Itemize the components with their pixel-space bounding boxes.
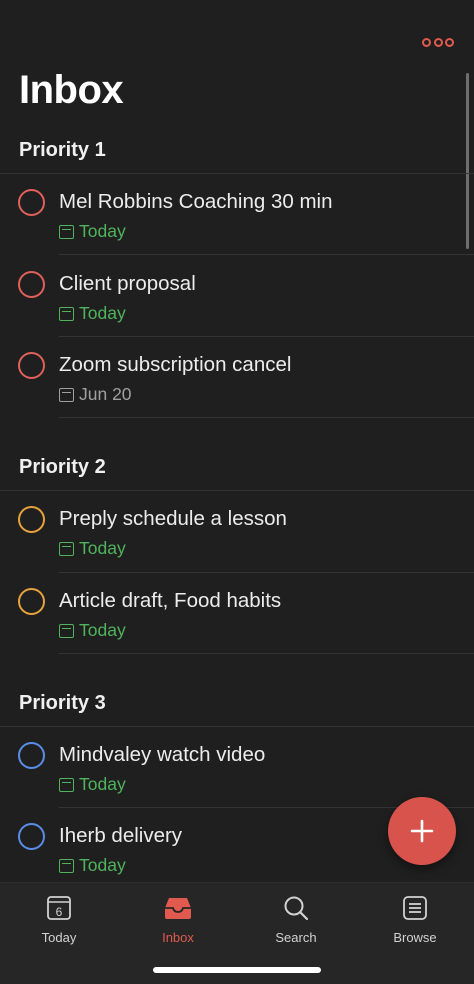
task-item[interactable]: Article draft, Food habits Today	[0, 572, 474, 654]
add-task-button[interactable]	[388, 797, 456, 865]
inbox-screen: Inbox Priority 1 Mel Robbins Coaching 30…	[0, 0, 474, 984]
task-divider	[59, 417, 474, 418]
tab-label: Today	[41, 930, 77, 945]
task-title: Preply schedule a lesson	[59, 507, 287, 530]
task-due-date: Today	[59, 538, 126, 559]
ellipsis-dot	[433, 37, 443, 47]
calendar-icon	[59, 387, 74, 402]
complete-checkbox[interactable]	[18, 823, 45, 850]
calendar-icon	[59, 306, 74, 321]
task-title: Client proposal	[59, 272, 196, 295]
complete-checkbox[interactable]	[18, 588, 45, 615]
more-options-button[interactable]	[422, 34, 454, 50]
due-label: Today	[79, 221, 126, 241]
inbox-icon	[165, 898, 191, 919]
page-title: Inbox	[19, 68, 124, 112]
calendar-icon	[59, 623, 74, 638]
task-due-date: Today	[59, 855, 126, 876]
complete-checkbox[interactable]	[18, 506, 45, 533]
section-header-priority-2: Priority 2	[19, 456, 106, 478]
task-due-date: Today	[59, 774, 126, 795]
tab-label: Search	[275, 930, 317, 945]
calendar-icon	[59, 224, 74, 239]
due-label: Jun 20	[79, 384, 132, 404]
list-icon	[403, 896, 427, 920]
tab-label: Inbox	[162, 930, 194, 945]
task-title: Article draft, Food habits	[59, 589, 282, 612]
complete-checkbox[interactable]	[18, 271, 45, 298]
calendar-icon	[59, 541, 74, 556]
tab-today[interactable]: 6 Today	[9, 893, 109, 953]
ellipsis-dot	[422, 37, 431, 47]
due-label: Today	[79, 303, 126, 323]
tab-label: Browse	[393, 930, 437, 945]
section-header-priority-1: Priority 1	[19, 139, 106, 161]
task-due-date: Today	[59, 620, 126, 641]
complete-checkbox[interactable]	[18, 189, 45, 216]
task-title: Mel Robbins Coaching 30 min	[59, 190, 333, 213]
task-due-date: Today	[59, 303, 126, 324]
complete-checkbox[interactable]	[18, 742, 45, 769]
calendar-icon: 6	[47, 896, 71, 920]
tab-browse[interactable]: Browse	[365, 893, 465, 953]
calendar-day-number: 6	[56, 905, 63, 919]
calendar-icon	[59, 777, 74, 792]
task-item[interactable]: Zoom subscription cancel Jun 20	[0, 336, 474, 418]
plus-icon	[410, 819, 434, 843]
due-label: Today	[79, 620, 126, 640]
ellipsis-dot	[445, 37, 454, 47]
task-divider	[59, 653, 474, 654]
task-title: Iherb delivery	[59, 824, 183, 847]
tab-search[interactable]: Search	[246, 893, 346, 953]
search-icon	[284, 896, 309, 921]
tab-inbox[interactable]: Inbox	[128, 893, 228, 953]
task-due-date: Today	[59, 221, 126, 242]
due-label: Today	[79, 855, 126, 875]
complete-checkbox[interactable]	[18, 352, 45, 379]
section-header-priority-3: Priority 3	[19, 692, 106, 714]
task-item[interactable]: Mel Robbins Coaching 30 min Today	[0, 173, 474, 255]
due-label: Today	[79, 774, 126, 794]
task-item[interactable]: Mindvaley watch video Today	[0, 726, 474, 808]
task-title: Zoom subscription cancel	[59, 353, 292, 376]
due-label: Today	[79, 538, 126, 558]
calendar-icon	[59, 858, 74, 873]
home-indicator[interactable]	[153, 967, 321, 973]
task-item[interactable]: Preply schedule a lesson Today	[0, 490, 474, 572]
task-due-date: Jun 20	[59, 384, 132, 405]
task-item[interactable]: Client proposal Today	[0, 255, 474, 337]
task-title: Mindvaley watch video	[59, 743, 266, 766]
